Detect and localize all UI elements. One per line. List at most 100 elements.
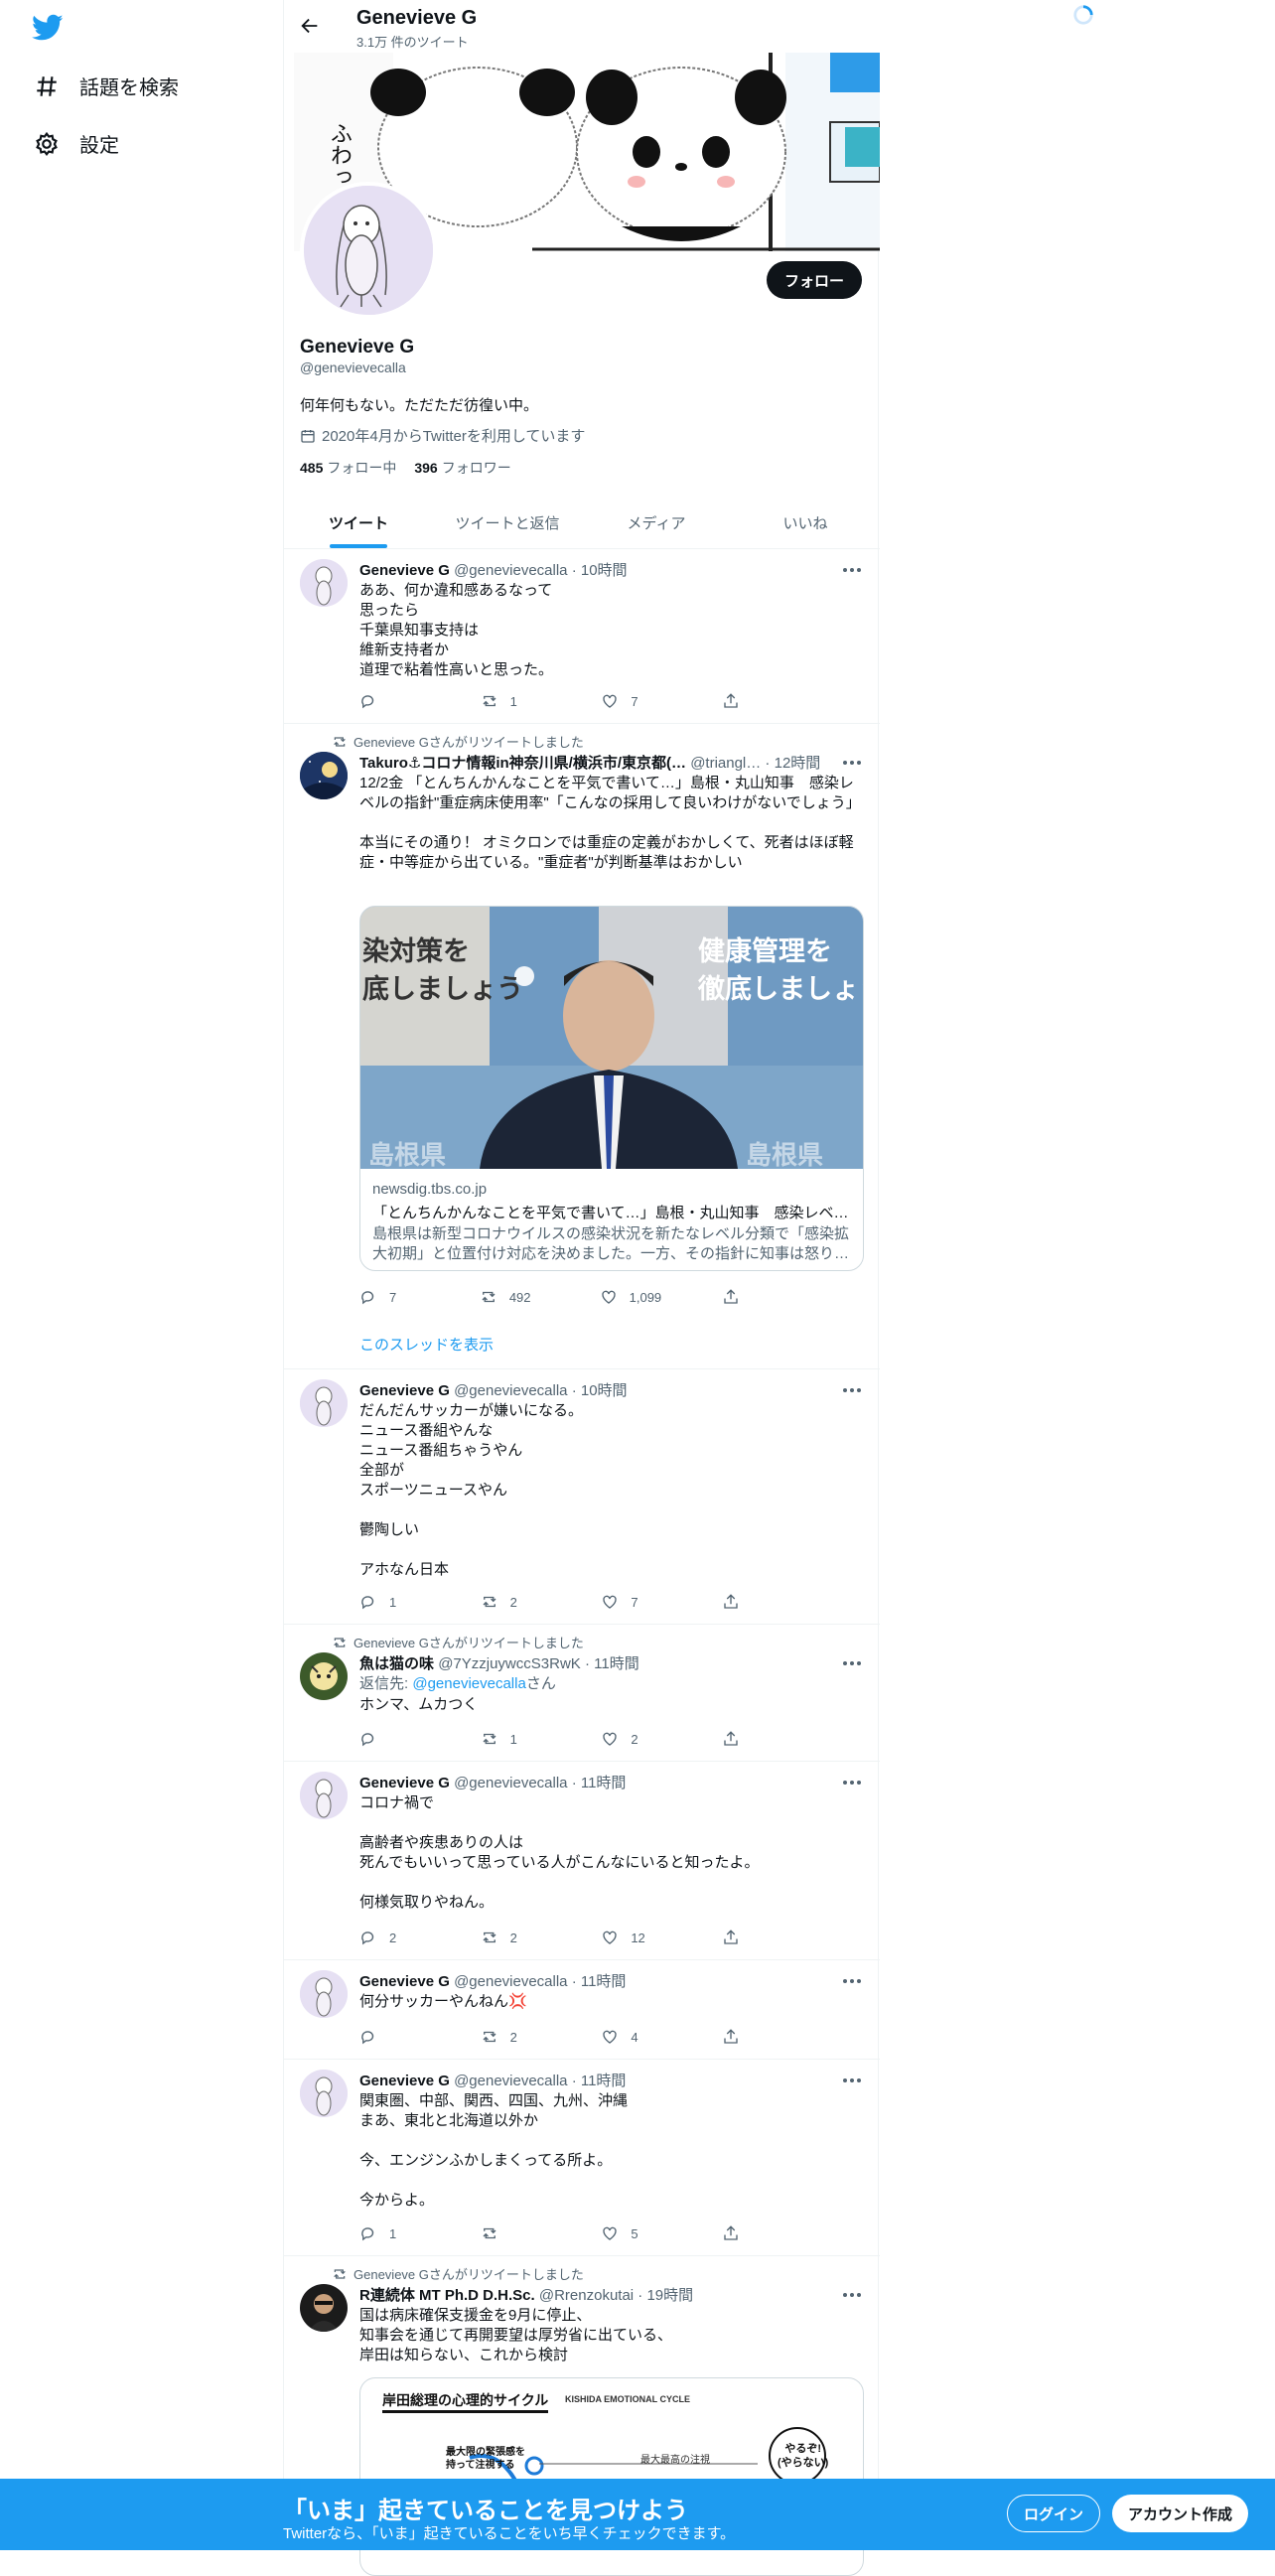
like-count: 12	[631, 1930, 645, 1945]
signup-button[interactable]: アカウント作成	[1112, 2495, 1249, 2532]
more-options-icon[interactable]	[842, 567, 862, 573]
retweet-button[interactable]: 2	[481, 1929, 540, 1946]
share-button[interactable]	[722, 2028, 781, 2046]
heart-icon	[603, 1732, 617, 1746]
login-button[interactable]: ログイン	[1007, 2495, 1101, 2532]
show-thread-link[interactable]: このスレッドを表示	[359, 1334, 494, 1355]
tweet-author-name[interactable]: Genevieve G	[359, 1382, 450, 1399]
reply-button[interactable]: 2	[359, 1929, 419, 1946]
tweet-author-name[interactable]: Genevieve G	[359, 1973, 450, 1990]
tweet-author-name[interactable]: Genevieve G	[359, 562, 450, 579]
like-button[interactable]: 7	[601, 1593, 660, 1611]
tweet-actions: 1 2 7	[359, 1593, 781, 1611]
like-button[interactable]: 12	[601, 1929, 660, 1946]
tweet-author-name[interactable]: Genevieve G	[359, 1775, 450, 1791]
reply-to-handle[interactable]: @genevievecalla	[412, 1675, 525, 1692]
more-options-icon[interactable]	[842, 1660, 862, 1666]
reply-button[interactable]: 1	[359, 1593, 419, 1611]
link-card[interactable]: 染対策を 底しましょう 健康管理を 徹底しましょう 島根県 島根県 newsdi…	[359, 906, 864, 1271]
tweet[interactable]: Genevieve G @genevievecalla · 11時間 関東圏、中…	[284, 2060, 880, 2256]
tab-tweets-and-replies[interactable]: ツイートと返信	[433, 497, 582, 548]
like-button[interactable]: 4	[601, 2028, 660, 2046]
like-button[interactable]: 1,099	[600, 1288, 661, 1306]
tweet-text: 関東圏、中部、関西、四国、九州、沖縄 まあ、東北と北海道以外か 今、エンジンふか…	[359, 2092, 629, 2209]
nav-explore[interactable]: 話題を検索	[34, 72, 179, 100]
tweet-avatar[interactable]	[300, 1652, 348, 1700]
heart-icon	[603, 2030, 617, 2044]
reply-button[interactable]: 1	[359, 2224, 419, 2242]
share-button[interactable]	[722, 1593, 781, 1611]
reply-icon	[361, 2227, 374, 2241]
retweet-button[interactable]: 1	[481, 1730, 540, 1748]
profile-header: Genevieve G 3.1万 件のツイート	[284, 0, 880, 53]
hashtag-icon	[37, 75, 57, 96]
tab-media[interactable]: メディア	[582, 497, 731, 548]
reply-button[interactable]: 7	[359, 1288, 419, 1306]
tweet-avatar[interactable]	[300, 2284, 348, 2332]
tweet[interactable]: Genevieve Gさんがリツイートしました 魚は猫の味 @7Yzzjuywc…	[284, 1625, 880, 1762]
share-button[interactable]	[722, 1730, 781, 1748]
tweet-author-name[interactable]: R連続体 MT Ph.D D.H.Sc.	[359, 2287, 535, 2304]
tweet[interactable]: Genevieve G @genevievecalla · 11時間 コロナ禍で…	[284, 1762, 880, 1960]
retweet-indicator: Genevieve Gさんがリツイートしました	[332, 1633, 584, 1651]
header-tweet-count: 3.1万 件のツイート	[356, 35, 469, 50]
more-options-icon[interactable]	[842, 2292, 862, 2298]
more-options-icon[interactable]	[842, 1978, 862, 1984]
signup-banner: 「いま」起きていることを見つけよう Twitterなら、「いま」起きていることを…	[0, 2479, 1275, 2550]
link-card-title: 「とんちんかんなことを平気で書いて…」島根・丸山知事 感染レベ…	[372, 1205, 849, 1221]
twitter-logo-icon[interactable]	[32, 14, 64, 42]
card-image-text-right: 健康管理を 徹底しましょう	[698, 936, 863, 1004]
share-button[interactable]	[722, 1288, 781, 1306]
share-button[interactable]	[722, 2224, 781, 2242]
tab-tweets[interactable]: ツイート	[284, 497, 433, 548]
follow-button[interactable]: フォロー	[766, 261, 862, 299]
tweet-avatar[interactable]	[300, 559, 348, 607]
more-options-icon[interactable]	[842, 2077, 862, 2083]
tweet-avatar[interactable]	[300, 1970, 348, 2018]
following-link[interactable]: 485 フォロー中	[300, 458, 396, 478]
reply-count: 1	[389, 1594, 397, 1610]
back-arrow-icon[interactable]	[299, 15, 321, 37]
reply-button[interactable]	[359, 1730, 419, 1748]
profile-tabs: ツイート ツイートと返信 メディア いいね	[284, 497, 880, 549]
profile-bio: 何年何もない。ただただ彷徨い中。	[300, 397, 539, 414]
nav-settings[interactable]: 設定	[34, 129, 119, 158]
tweet-header: 魚は猫の味 @7YzzjuywccS3RwK · 11時間	[359, 1652, 796, 1673]
tab-likes[interactable]: いいね	[731, 497, 880, 548]
tweet[interactable]: Genevieve G @genevievecalla · 11時間 何分サッカ…	[284, 1960, 880, 2060]
starry-avatar-illustration	[300, 752, 348, 799]
tweet-author-name[interactable]: Takuro⚓コロナ情報in神奈川県/横浜市/東京都(…	[359, 755, 686, 772]
heart-icon	[603, 1595, 617, 1609]
share-button[interactable]	[722, 692, 781, 710]
retweet-button[interactable]: 2	[481, 1593, 540, 1611]
tweet[interactable]: Genevieve G @genevievecalla · 10時間 ああ、何か…	[284, 549, 880, 724]
profile-joined: 2020年4月からTwitterを利用しています	[300, 425, 585, 446]
like-button[interactable]: 7	[601, 692, 660, 710]
reply-button[interactable]	[359, 692, 419, 710]
tweet-avatar[interactable]	[300, 2070, 348, 2117]
tweet-author-name[interactable]: 魚は猫の味	[359, 1655, 434, 1672]
like-button[interactable]: 5	[601, 2224, 660, 2242]
tweet-actions: 2 4	[359, 2028, 781, 2046]
more-options-icon[interactable]	[842, 1780, 862, 1786]
tweet-text: ホンマ、ムカつく	[359, 1696, 479, 1713]
tweet-avatar[interactable]	[300, 1772, 348, 1819]
retweet-button[interactable]: 2	[481, 2028, 540, 2046]
like-button[interactable]: 2	[601, 1730, 660, 1748]
tweet[interactable]: Genevieve G @genevievecalla · 10時間 だんだんサ…	[284, 1369, 880, 1625]
more-options-icon[interactable]	[842, 1387, 862, 1393]
tweet-avatar[interactable]	[300, 1379, 348, 1427]
heart-icon	[601, 1290, 616, 1304]
share-button[interactable]	[722, 1929, 781, 1946]
tweet-avatar[interactable]	[300, 752, 348, 799]
retweet-button[interactable]: 1	[481, 692, 540, 710]
retweet-button[interactable]	[481, 2224, 540, 2242]
retweet-button[interactable]: 492	[480, 1288, 539, 1306]
tweet-author-name[interactable]: Genevieve G	[359, 2073, 450, 2089]
tweet[interactable]: Genevieve Gさんがリツイートしました Takuro⚓コロナ情報in神奈…	[284, 724, 880, 1369]
heart-icon	[603, 694, 617, 708]
reply-button[interactable]	[359, 2028, 419, 2046]
more-options-icon[interactable]	[842, 760, 862, 766]
followers-link[interactable]: 396 フォロワー	[414, 458, 510, 478]
profile-avatar[interactable]	[300, 182, 437, 319]
